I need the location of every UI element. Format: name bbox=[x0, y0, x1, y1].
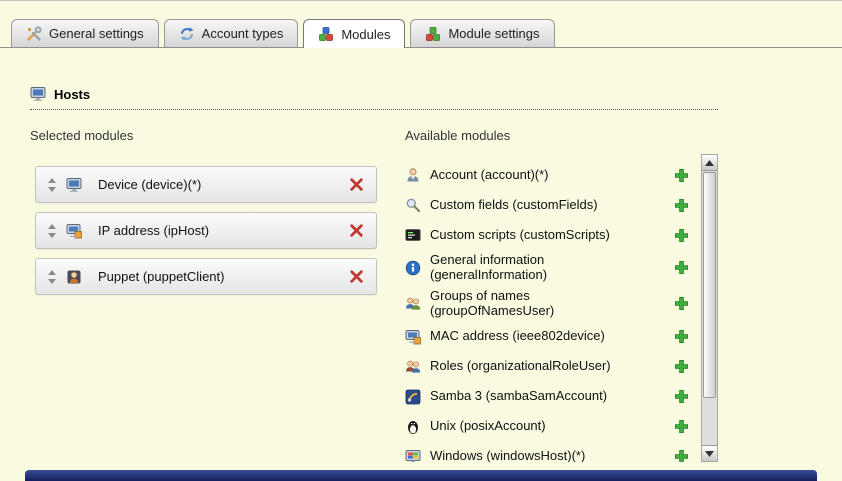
modules-icon bbox=[318, 26, 334, 42]
available-module-label: Custom scripts (customScripts) bbox=[430, 228, 610, 243]
available-module-row: Custom scripts (customScripts) bbox=[405, 220, 695, 250]
puppet-icon bbox=[66, 269, 82, 285]
tab-label: General settings bbox=[49, 26, 144, 41]
available-modules-scrollbar[interactable] bbox=[701, 154, 718, 462]
hosts-section-header: Hosts bbox=[30, 86, 718, 110]
available-module-label: Roles (organizationalRoleUser) bbox=[430, 359, 611, 374]
footer-bar bbox=[25, 470, 817, 481]
drag-handle-icon[interactable] bbox=[48, 178, 66, 192]
remove-module-icon[interactable] bbox=[349, 177, 364, 192]
add-module-icon[interactable] bbox=[674, 359, 689, 374]
scroll-up-icon[interactable] bbox=[702, 155, 717, 171]
available-modules-list: Account (account)(*) Custom fields (cust… bbox=[405, 160, 695, 462]
tab-label: Module settings bbox=[448, 26, 539, 41]
tab-general-settings[interactable]: General settings bbox=[11, 19, 159, 47]
available-module-row: General information (generalInformation) bbox=[405, 250, 695, 286]
window-top-border bbox=[0, 0, 842, 1]
remove-module-icon[interactable] bbox=[349, 269, 364, 284]
available-module-label: Groups of names (groupOfNamesUser) bbox=[430, 289, 645, 319]
selected-modules-list: Device (device)(*) IP address (ipHost) bbox=[35, 166, 377, 304]
penguin-icon bbox=[405, 419, 421, 435]
available-modules-heading: Available modules bbox=[405, 128, 510, 143]
scroll-down-icon[interactable] bbox=[702, 445, 717, 461]
add-module-icon[interactable] bbox=[674, 228, 689, 243]
script-icon bbox=[405, 227, 421, 243]
tab-modules[interactable]: Modules bbox=[303, 19, 405, 48]
drag-handle-icon[interactable] bbox=[48, 224, 66, 238]
device-icon bbox=[66, 177, 82, 193]
available-module-label: MAC address (ieee802device) bbox=[430, 329, 605, 344]
windows-icon bbox=[405, 449, 421, 462]
add-module-icon[interactable] bbox=[674, 198, 689, 213]
tab-label: Account types bbox=[202, 26, 284, 41]
available-module-label: Custom fields (customFields) bbox=[430, 198, 598, 213]
magnifier-icon bbox=[405, 197, 421, 213]
remove-module-icon[interactable] bbox=[349, 223, 364, 238]
add-module-icon[interactable] bbox=[674, 296, 689, 311]
available-module-row: Custom fields (customFields) bbox=[405, 190, 695, 220]
mac-address-icon bbox=[405, 329, 421, 345]
wrench-icon bbox=[26, 26, 42, 42]
available-module-row: Unix (posixAccount) bbox=[405, 412, 695, 442]
tab-label: Modules bbox=[341, 27, 390, 42]
available-module-label: Account (account)(*) bbox=[430, 168, 549, 183]
add-module-icon[interactable] bbox=[674, 260, 689, 275]
samba-icon bbox=[405, 389, 421, 405]
add-module-icon[interactable] bbox=[674, 329, 689, 344]
selected-module-label: Device (device)(*) bbox=[98, 177, 349, 192]
selected-module-label: Puppet (puppetClient) bbox=[98, 269, 349, 284]
ip-address-icon bbox=[66, 223, 82, 239]
available-module-row: Roles (organizationalRoleUser) bbox=[405, 352, 695, 382]
selected-module-row[interactable]: Device (device)(*) bbox=[35, 166, 377, 203]
available-module-row: MAC address (ieee802device) bbox=[405, 322, 695, 352]
add-module-icon[interactable] bbox=[674, 168, 689, 183]
sync-icon bbox=[179, 26, 195, 42]
section-title: Hosts bbox=[54, 87, 90, 102]
group-icon bbox=[405, 296, 421, 312]
selected-module-label: IP address (ipHost) bbox=[98, 223, 349, 238]
available-module-row: Windows (windowsHost)(*) bbox=[405, 442, 695, 462]
account-icon bbox=[405, 167, 421, 183]
add-module-icon[interactable] bbox=[674, 389, 689, 404]
roles-icon bbox=[405, 359, 421, 375]
selected-module-row[interactable]: Puppet (puppetClient) bbox=[35, 258, 377, 295]
available-module-label: Unix (posixAccount) bbox=[430, 419, 546, 434]
available-module-label: General information (generalInformation) bbox=[430, 253, 645, 283]
available-module-row: Samba 3 (sambaSamAccount) bbox=[405, 382, 695, 412]
module-settings-icon bbox=[425, 26, 441, 42]
add-module-icon[interactable] bbox=[674, 449, 689, 462]
available-module-label: Samba 3 (sambaSamAccount) bbox=[430, 389, 607, 404]
selected-module-row[interactable]: IP address (ipHost) bbox=[35, 212, 377, 249]
available-module-label: Windows (windowsHost)(*) bbox=[430, 449, 585, 462]
add-module-icon[interactable] bbox=[674, 419, 689, 434]
drag-handle-icon[interactable] bbox=[48, 270, 66, 284]
available-module-row: Groups of names (groupOfNamesUser) bbox=[405, 286, 695, 322]
available-module-row: Account (account)(*) bbox=[405, 160, 695, 190]
settings-tabbar: General settings Account types Modules bbox=[0, 19, 842, 48]
selected-modules-heading: Selected modules bbox=[30, 128, 133, 143]
info-icon bbox=[405, 260, 421, 276]
computer-icon bbox=[30, 86, 46, 102]
scrollbar-thumb[interactable] bbox=[703, 172, 716, 398]
tab-module-settings[interactable]: Module settings bbox=[410, 19, 554, 47]
tab-account-types[interactable]: Account types bbox=[164, 19, 299, 47]
